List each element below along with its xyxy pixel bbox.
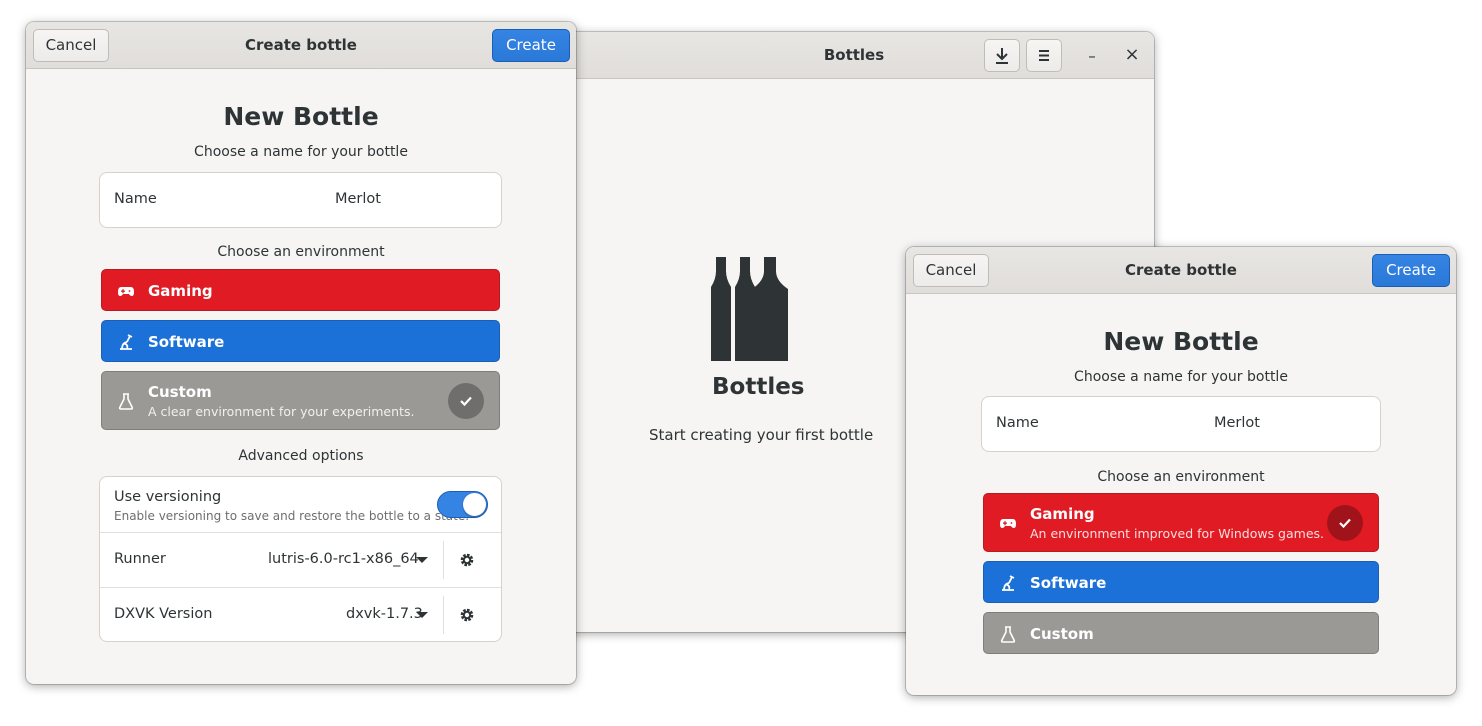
runner-settings-icon[interactable] [458,551,476,569]
gamepad-icon [118,287,134,296]
toggle-knob [463,493,486,516]
versioning-toggle[interactable] [437,491,488,518]
check-icon [460,396,472,407]
advanced-options-title: Advanced options [238,448,364,464]
name-input[interactable]: Merlot [1214,415,1260,431]
env-custom[interactable]: Custom A clear environment for your expe… [101,371,500,430]
separator [443,596,444,634]
env-gaming[interactable]: Gaming [101,269,500,311]
env-gaming-label: Gaming [1030,505,1095,523]
env-custom-label: Custom [1030,625,1094,643]
runner-select[interactable]: lutris-6.0-rc1-x86_64 [268,551,419,567]
name-label: Name [996,415,1039,431]
name-row[interactable]: Name Merlot [99,172,502,228]
name-label: Name [114,191,157,207]
env-software-label: Software [148,333,225,351]
main-headerbar: Bottles – × [554,32,1154,79]
env-software-label: Software [1030,574,1107,592]
name-prompt: Choose a name for your bottle [194,144,408,160]
cancel-button[interactable]: Cancel [913,254,989,287]
menu-button[interactable] [1026,39,1062,72]
advanced-options-card: Use versioning Enable versioning to save… [99,476,502,642]
dialog-left-headerbar: Create bottle Cancel Create [26,22,576,69]
runner-label: Runner [114,551,166,567]
env-software[interactable]: Software [983,561,1379,603]
new-bottle-heading: New Bottle [223,102,379,131]
name-input[interactable]: Merlot [335,191,381,207]
versioning-description: Enable versioning to save and restore th… [114,509,470,523]
menu-icon [1039,50,1049,61]
gamepad-icon [1000,519,1016,528]
flask-icon [118,393,134,410]
software-icon [1002,575,1015,591]
bottles-logo [711,257,788,361]
env-gaming-label: Gaming [148,282,213,300]
env-custom[interactable]: Custom [983,612,1379,654]
flask-icon [1000,626,1016,643]
divider [100,587,501,588]
dxvk-settings-icon[interactable] [458,606,476,624]
main-window-title: Bottles [823,46,885,64]
runner-dropdown-icon[interactable] [416,557,428,563]
env-gaming-description: An environment improved for Windows game… [1030,526,1325,541]
close-button[interactable]: × [1120,43,1144,67]
separator [443,541,444,579]
name-prompt: Choose a name for your bottle [1074,369,1288,385]
env-custom-label: Custom [148,383,212,401]
environment-prompt: Choose an environment [1097,469,1265,485]
env-software[interactable]: Software [101,320,500,362]
dialog-right-headerbar: Create bottle Cancel Create [906,247,1456,294]
create-button[interactable]: Create [1372,254,1450,287]
dxvk-dropdown-icon[interactable] [416,612,428,618]
versioning-label: Use versioning [114,489,222,505]
dxvk-select[interactable]: dxvk-1.7.3 [346,606,423,622]
software-icon [120,334,133,350]
env-gaming[interactable]: Gaming An environment improved for Windo… [983,493,1379,552]
new-bottle-heading: New Bottle [1103,327,1259,356]
check-icon [1339,518,1351,529]
download-icon [996,48,1008,64]
minimize-button[interactable]: – [1080,44,1104,68]
environment-prompt: Choose an environment [217,244,385,260]
create-button[interactable]: Create [492,29,570,62]
create-bottle-dialog-right: Create bottle Cancel Create New Bottle C… [906,247,1456,695]
download-button[interactable] [984,39,1020,72]
cancel-button[interactable]: Cancel [33,29,109,62]
create-bottle-dialog-left: Create bottle Cancel Create New Bottle C… [26,22,576,684]
divider [100,532,501,533]
dxvk-label: DXVK Version [114,606,213,622]
name-row[interactable]: Name Merlot [981,396,1381,452]
env-selected-check [1327,505,1363,541]
env-custom-description: A clear environment for your experiments… [148,404,415,419]
env-selected-check [448,383,484,419]
